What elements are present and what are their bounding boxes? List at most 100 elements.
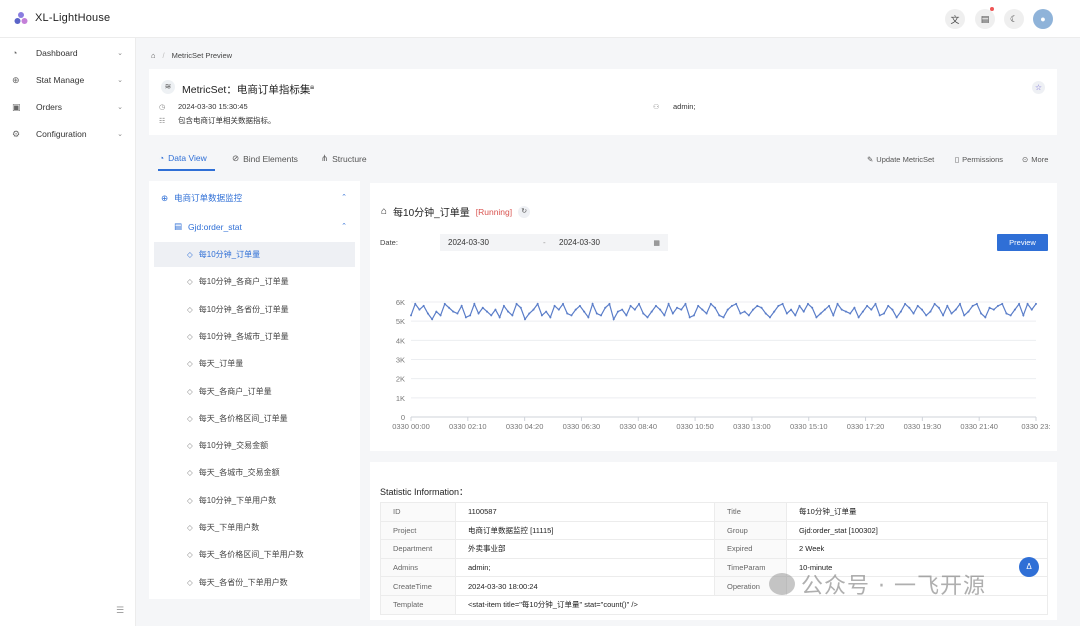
data-point xyxy=(519,306,522,309)
tree-item[interactable]: ◇ 每10分钟_订单量 xyxy=(154,242,355,267)
data-point xyxy=(895,316,898,319)
tree-item[interactable]: ◇ 每10分钟_各省份_订单量 xyxy=(154,297,355,322)
refresh-icon[interactable]: ↻ xyxy=(518,205,531,218)
tree-group[interactable]: ▤ Gjd:order_stat xyxy=(174,221,242,232)
translate-button[interactable]: 文 xyxy=(945,9,965,29)
data-point xyxy=(460,304,463,307)
clock-icon: ◷ xyxy=(159,103,166,111)
tree-root[interactable]: ⊕ 电商订单数据监控 xyxy=(161,192,242,204)
data-point xyxy=(481,306,484,309)
tree-item[interactable]: ◇ 每天_各价格区间_订单量 xyxy=(154,406,355,431)
user-icon: ● xyxy=(1040,14,1046,24)
x-tick-label: 0330 15:10 xyxy=(790,422,828,431)
tree-item[interactable]: ◇ 每天_各城市_交易金额 xyxy=(154,460,355,485)
notifications-button[interactable]: ▤ xyxy=(975,7,995,29)
data-point xyxy=(612,318,615,321)
tree-item[interactable]: ◇ 每天_各商户_订单量 xyxy=(154,379,355,404)
user-avatar[interactable]: ● xyxy=(1033,9,1053,29)
chevron-up-icon[interactable]: ⌃ xyxy=(341,222,347,230)
data-point xyxy=(1035,302,1037,305)
data-point xyxy=(1005,312,1008,315)
data-point xyxy=(667,302,670,305)
data-point xyxy=(781,302,784,305)
data-point xyxy=(929,310,932,313)
data-point xyxy=(507,310,510,313)
tree-item-label: 每10分钟_交易金额 xyxy=(198,441,269,451)
tree-item[interactable]: ◇ 每10分钟_各城市_订单量 xyxy=(154,324,355,349)
data-point xyxy=(811,306,814,309)
data-point xyxy=(916,304,919,307)
tag-icon: ◇ xyxy=(187,523,193,532)
date-range-picker[interactable]: 2024-03-30 - 2024-03-30 ▦ xyxy=(440,234,668,251)
tree-item[interactable]: ◇ 每10分钟_下单用户数 xyxy=(154,488,355,513)
tag-icon: ◇ xyxy=(187,413,193,423)
x-tick-label: 0330 02:10 xyxy=(449,422,487,431)
tab-data-view[interactable]: ◔ Data View xyxy=(159,153,207,163)
data-point xyxy=(540,314,543,317)
data-point xyxy=(714,306,717,309)
data-point xyxy=(709,302,712,305)
data-point xyxy=(490,314,493,317)
home-icon[interactable]: ⌂ xyxy=(151,51,156,60)
sidebar-item-stat-manage[interactable]: ⊕ Stat Manage ⌄ xyxy=(0,67,136,93)
calendar-icon: ▤ xyxy=(980,13,990,24)
data-point xyxy=(477,312,480,315)
stat-key: ID xyxy=(380,502,456,522)
tree-item-label: 每天_各省份_下单用户数 xyxy=(198,577,288,587)
data-point xyxy=(502,304,505,307)
data-point xyxy=(899,310,902,313)
favorite-button[interactable]: ☆ xyxy=(1032,81,1045,94)
chart-card: ⌂ 每10分钟_订单量 [Running] ↻ Date: 2024-03-30… xyxy=(370,183,1057,451)
data-point xyxy=(549,316,552,319)
data-point xyxy=(747,314,750,317)
data-point xyxy=(984,316,987,319)
data-point xyxy=(456,312,459,315)
tree-item[interactable]: ◇ 每天_下单用户数 xyxy=(154,515,355,540)
tree-item[interactable]: ◇ 每天_各价格区间_下单用户数 xyxy=(154,542,355,567)
data-point xyxy=(688,316,691,319)
sidebar: ◔ Dashboard ⌄ ⊕ Stat Manage ⌄ ▣ Orders ⌄… xyxy=(0,38,136,626)
metricset-description: 包含电商订单相关数据指标。 xyxy=(178,116,276,125)
data-point xyxy=(676,306,679,309)
sidebar-item-dashboard[interactable]: ◔ Dashboard ⌄ xyxy=(0,40,136,66)
data-point xyxy=(861,310,864,313)
data-point xyxy=(528,312,531,315)
data-point xyxy=(819,312,822,315)
sidebar-item-orders[interactable]: ▣ Orders ⌄ xyxy=(0,94,136,120)
x-tick-label: 0330 10:50 xyxy=(676,422,714,431)
preview-button[interactable]: Preview xyxy=(997,234,1048,251)
app-logo-icon xyxy=(14,12,28,24)
data-point xyxy=(515,302,518,305)
orders-icon: ▣ xyxy=(12,102,21,112)
tree-item[interactable]: ◇ 每10分钟_各商户_订单量 xyxy=(154,269,355,294)
data-point xyxy=(443,302,446,305)
data-point xyxy=(967,310,970,313)
group-icon: ▤ xyxy=(174,221,183,231)
tab-structure[interactable]: ⋔ Structure xyxy=(321,153,367,164)
structure-icon: ⋔ xyxy=(321,153,329,163)
metricset-header-card: ≋ MetricSet：电商订单指标集 🔒︎ ☆ ◷ 2024-03-30 15… xyxy=(149,69,1057,135)
tree-item[interactable]: ◇ 每10分钟_交易金额 xyxy=(154,433,355,458)
sidebar-item-configuration[interactable]: ⚙ Configuration ⌄ xyxy=(0,121,136,147)
tab-bind-elements[interactable]: ⊘ Bind Elements xyxy=(232,153,298,164)
scroll-top-button[interactable]: Δ xyxy=(1019,557,1039,577)
data-point xyxy=(469,314,472,317)
stat-value: Gjd:order_stat [100302] xyxy=(786,520,1048,541)
action-label: Permissions xyxy=(962,155,1003,164)
data-point xyxy=(638,302,641,305)
permissions-button[interactable]: ▯ Permissions xyxy=(955,155,1003,164)
data-point xyxy=(600,314,603,317)
chevron-up-icon[interactable]: ⌃ xyxy=(341,193,347,201)
project-icon: ⊕ xyxy=(161,192,169,203)
y-tick-label: 5K xyxy=(396,317,405,326)
tree-item[interactable]: ◇ 每天_订单量 xyxy=(154,351,355,376)
data-point xyxy=(646,316,649,319)
more-button[interactable]: ⊙ More xyxy=(1022,155,1048,164)
tree-item[interactable]: ◇ 每天_各省份_下单用户数 xyxy=(154,570,355,595)
dark-mode-toggle[interactable]: ☾ xyxy=(1004,9,1024,29)
tree-item-label: 每10分钟_下单用户数 xyxy=(198,495,277,505)
edit-icon: ✎ xyxy=(867,155,874,164)
tree-item-label: 每天_各商户_订单量 xyxy=(198,386,272,396)
update-metricset-button[interactable]: ✎ Update MetricSet xyxy=(867,155,934,164)
collapse-sidebar-icon[interactable]: ☰ xyxy=(116,605,124,616)
